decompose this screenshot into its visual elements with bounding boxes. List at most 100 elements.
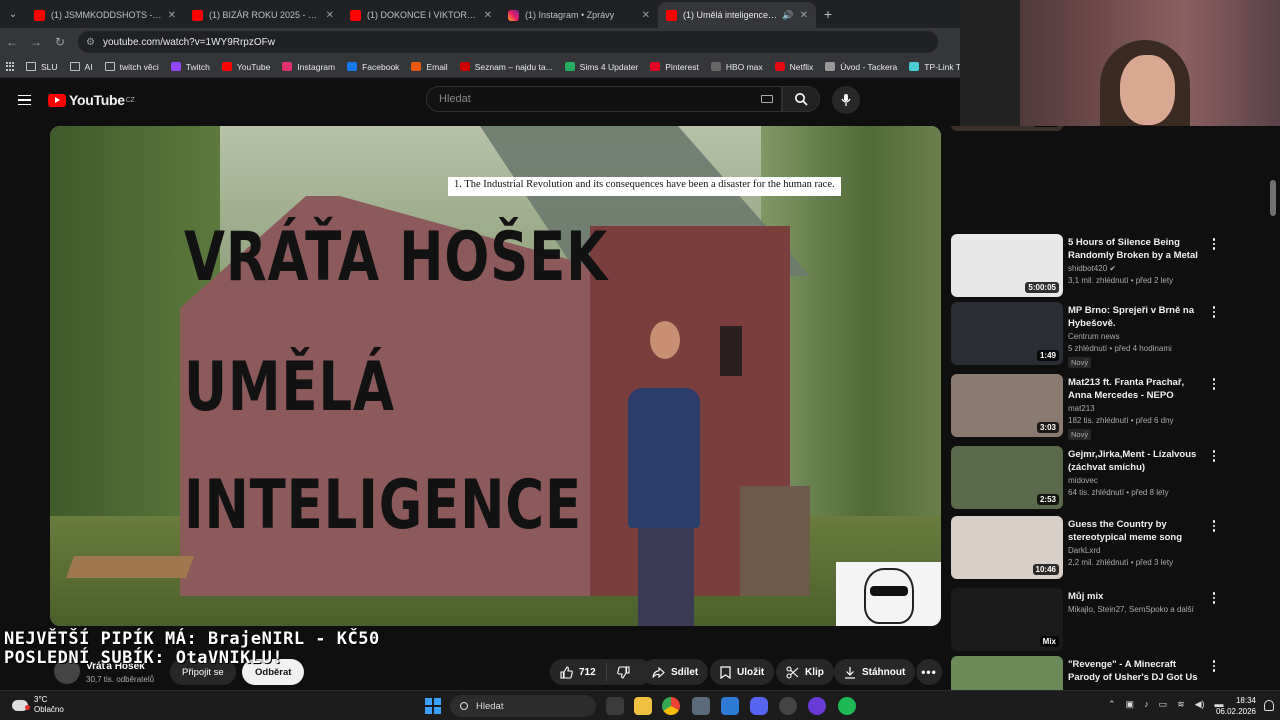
bookmark-item[interactable]: HBO max (710, 62, 763, 72)
tab-search-chevron-icon[interactable]: ⌄ (0, 0, 26, 28)
video-channel[interactable]: shidbot420 ✔ (1068, 264, 1116, 273)
video-title[interactable]: "Revenge" - A Minecraft Parody of Usher'… (1068, 658, 1206, 684)
more-vertical-icon[interactable] (1212, 238, 1216, 250)
share-button[interactable]: Sdílet (642, 659, 709, 685)
tray-chevron-icon[interactable]: ⌃ (1108, 699, 1116, 710)
clock[interactable]: 18:34 06.02.2026 (1212, 695, 1256, 717)
video-title[interactable]: 5 Hours of Silence Being Randomly Broken… (1068, 236, 1206, 262)
obs-icon[interactable] (779, 697, 797, 715)
search-input[interactable]: Hledat (426, 86, 782, 112)
video-title[interactable]: MP Brno: Sprejeři v Brně na Hybešově. (1068, 304, 1206, 330)
forward-arrow-icon[interactable]: → (24, 35, 48, 49)
search-button[interactable] (782, 86, 820, 112)
settings-gear-icon[interactable] (692, 697, 710, 715)
app-icon[interactable] (808, 697, 826, 715)
bookmark-item[interactable]: Instagram (282, 62, 335, 72)
bookmark-item[interactable]: Netflix (774, 62, 813, 72)
video-title[interactable]: Můj mix (1068, 590, 1206, 603)
discord-icon[interactable] (750, 697, 768, 715)
bookmark-item[interactable]: Úvod - Tackera (825, 62, 897, 72)
video-channel[interactable]: Mikajlo, Stein27, SemSpoko a další (1068, 605, 1194, 614)
browser-tab[interactable]: (1) BIZÁR ROKU 2025 - YouTube ✕ (184, 2, 342, 28)
site-info-icon[interactable]: ⚙ (86, 37, 95, 48)
browser-tab[interactable]: (1) JSMMKODDSHOTS - YouTube ✕ (26, 2, 184, 28)
video-thumbnail[interactable]: 3:03 (951, 374, 1063, 437)
save-button[interactable]: Uložit (710, 659, 775, 685)
more-vertical-icon[interactable] (1212, 450, 1216, 462)
bookmark-item[interactable]: SLU (26, 62, 58, 72)
menu-icon[interactable] (0, 94, 48, 106)
bookmark-item[interactable]: Twitch (170, 62, 210, 72)
tray-display-icon[interactable]: ▭ (1159, 699, 1168, 710)
close-tab-icon[interactable]: ✕ (642, 10, 650, 21)
voice-search-button[interactable] (832, 86, 860, 114)
windows-start-icon[interactable] (425, 698, 441, 714)
dislike-button[interactable] (607, 659, 646, 685)
video-thumbnail[interactable] (951, 656, 1063, 691)
bookmark-item[interactable]: twitch věci (104, 62, 159, 72)
tray-mic-icon[interactable]: ♪ (1144, 699, 1149, 710)
new-tab-button[interactable]: + (816, 6, 840, 22)
browser-tab[interactable]: (1) DOKONCE I VIKTOR SHEEN ✕ (342, 2, 500, 28)
task-view-icon[interactable] (606, 697, 624, 715)
file-explorer-icon[interactable] (634, 697, 652, 715)
close-tab-icon[interactable]: ✕ (484, 10, 492, 21)
tray-app-icon[interactable]: ▣ (1126, 699, 1135, 710)
video-title[interactable]: Mat213 ft. Franta Prachař, Anna Mercedes… (1068, 376, 1206, 402)
more-vertical-icon[interactable] (1212, 592, 1216, 604)
download-button[interactable]: Stáhnout (834, 659, 916, 685)
recommended-video[interactable]: 10:46 Guess the Country by stereotypical … (950, 516, 1250, 582)
keyboard-icon[interactable] (761, 95, 773, 103)
video-channel[interactable]: DarkLxrd (1068, 546, 1100, 555)
video-thumbnail[interactable]: 2:53 (951, 446, 1063, 509)
bookmark-item[interactable]: Seznam – najdu ta... (459, 62, 553, 72)
video-channel[interactable]: Centrum news (1068, 332, 1120, 341)
store-icon[interactable] (721, 697, 739, 715)
video-thumbnail[interactable]: 5:00:05 (951, 234, 1063, 297)
recommended-video[interactable]: 1:49 MP Brno: Sprejeři v Brně na Hybešově… (950, 302, 1250, 368)
browser-tab[interactable]: (1) Umělá inteligence - YouTube🔊 ✕ (658, 2, 816, 28)
more-actions-button[interactable]: ••• (916, 659, 942, 685)
close-tab-icon[interactable]: ✕ (800, 10, 808, 21)
bookmark-item[interactable]: Facebook (347, 62, 399, 72)
more-vertical-icon[interactable] (1212, 378, 1216, 390)
more-vertical-icon[interactable] (1212, 306, 1216, 318)
bookmark-item[interactable]: Sims 4 Updater (564, 62, 638, 72)
spotify-icon[interactable] (838, 697, 856, 715)
chrome-icon[interactable] (662, 697, 680, 715)
close-tab-icon[interactable]: ✕ (168, 10, 176, 21)
video-title[interactable]: Guess the Country by stereotypical meme … (1068, 518, 1206, 544)
recommended-video[interactable]: Mix Můj mix Mikajlo, Stein27, SemSpoko a d… (950, 588, 1250, 654)
bookmark-item[interactable]: Pinterest (650, 62, 699, 72)
recommended-video[interactable]: 2:53 Gejmr,Jirka,Ment - Lízalvous (záchva… (950, 446, 1250, 512)
recommended-video[interactable]: 26:26Totalxanax32 tis. zhlédnutí • před … (950, 126, 1250, 134)
address-bar[interactable]: ⚙ youtube.com/watch?v=1WY9RrpzOFw (78, 31, 938, 53)
more-vertical-icon[interactable] (1212, 660, 1216, 672)
volume-icon[interactable]: ◀) (1195, 699, 1205, 710)
video-player[interactable]: 1. The Industrial Revolution and its con… (50, 126, 941, 626)
like-button[interactable]: 712 (550, 659, 606, 685)
bookmark-item[interactable]: YouTube (221, 62, 270, 72)
video-channel[interactable]: mat213 (1068, 404, 1095, 413)
recommended-video[interactable]: "Revenge" - A Minecraft Parody of Usher'… (950, 656, 1250, 691)
video-channel[interactable]: midovec (1068, 476, 1098, 485)
back-arrow-icon[interactable]: ← (0, 35, 24, 49)
weather-widget[interactable]: 3°C Oblačno (12, 695, 64, 715)
reload-icon[interactable]: ↻ (48, 35, 72, 49)
video-thumbnail[interactable]: 10:46 (951, 516, 1063, 579)
taskbar-search[interactable]: Hledat (450, 695, 596, 717)
video-thumbnail[interactable]: Mix (951, 588, 1063, 651)
more-vertical-icon[interactable] (1212, 520, 1216, 532)
recommended-video[interactable]: 3:03 Mat213 ft. Franta Prachař, Anna Merc… (950, 374, 1250, 440)
video-thumbnail[interactable]: 1:49 (951, 302, 1063, 365)
notification-bell-icon[interactable] (1264, 700, 1274, 711)
recommended-video[interactable]: 5:00:05 5 Hours of Silence Being Randomly… (950, 234, 1250, 300)
video-thumbnail[interactable]: 26:26 (951, 126, 1063, 131)
wifi-icon[interactable]: ≋ (1177, 699, 1185, 710)
apps-grid-icon[interactable] (6, 61, 14, 72)
video-title[interactable]: Gejmr,Jirka,Ment - Lízalvous (záchvat sm… (1068, 448, 1206, 474)
browser-tab[interactable]: (1) Instagram • Zprávy ✕ (500, 2, 658, 28)
sidebar-scrollbar[interactable] (1270, 180, 1276, 216)
speaker-icon[interactable]: 🔊 (782, 10, 793, 21)
close-tab-icon[interactable]: ✕ (326, 10, 334, 21)
